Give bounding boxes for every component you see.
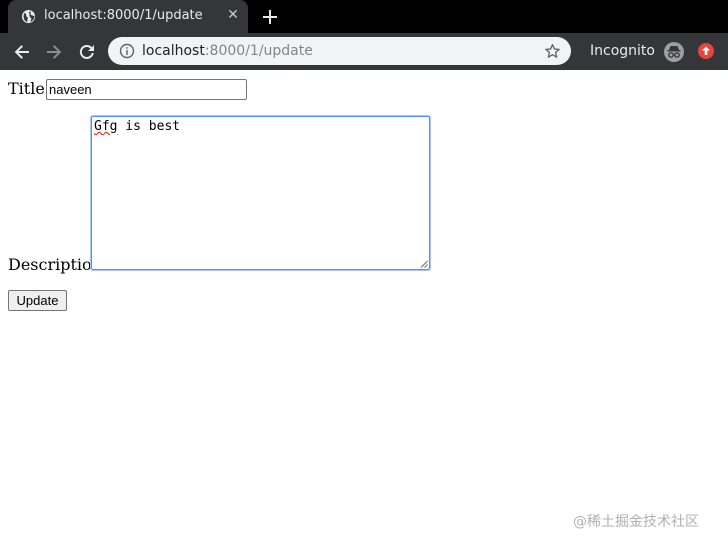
- browser-toolbar: localhost:8000/1/update Incognito: [0, 33, 728, 70]
- url-text: localhost:8000/1/update: [142, 43, 313, 59]
- title-label: Title:: [8, 79, 51, 98]
- description-rest: is best: [117, 119, 181, 134]
- browser-tab[interactable]: localhost:8000/1/update ✕: [8, 0, 248, 33]
- reload-icon[interactable]: [77, 42, 97, 62]
- forward-arrow-icon[interactable]: [44, 42, 64, 62]
- update-button[interactable]: Update: [8, 290, 67, 311]
- watermark: @稀土掘金技术社区: [573, 514, 699, 530]
- url-path: :8000/1/update: [204, 43, 313, 59]
- misspelled-word: Gfg: [94, 119, 118, 134]
- globe-icon: [21, 9, 36, 24]
- title-input[interactable]: [46, 79, 247, 100]
- plus-icon[interactable]: [259, 6, 281, 28]
- incognito-label: Incognito: [590, 43, 655, 59]
- description-textarea[interactable]: [90, 115, 431, 271]
- address-bar[interactable]: localhost:8000/1/update: [108, 37, 571, 65]
- resize-handle-icon[interactable]: [420, 260, 428, 268]
- close-icon[interactable]: ✕: [226, 8, 240, 22]
- incognito-icon[interactable]: [663, 41, 685, 63]
- star-icon[interactable]: [544, 43, 561, 60]
- update-available-icon[interactable]: [697, 42, 715, 60]
- info-icon[interactable]: [119, 43, 135, 59]
- url-host: localhost: [142, 43, 205, 59]
- page-content: Title: Description: Gfg is best Update @…: [0, 70, 728, 547]
- tab-strip: localhost:8000/1/update ✕: [0, 0, 728, 33]
- description-text: Gfg is best: [94, 119, 180, 134]
- back-arrow-icon[interactable]: [12, 42, 32, 62]
- tab-title: localhost:8000/1/update: [44, 8, 203, 23]
